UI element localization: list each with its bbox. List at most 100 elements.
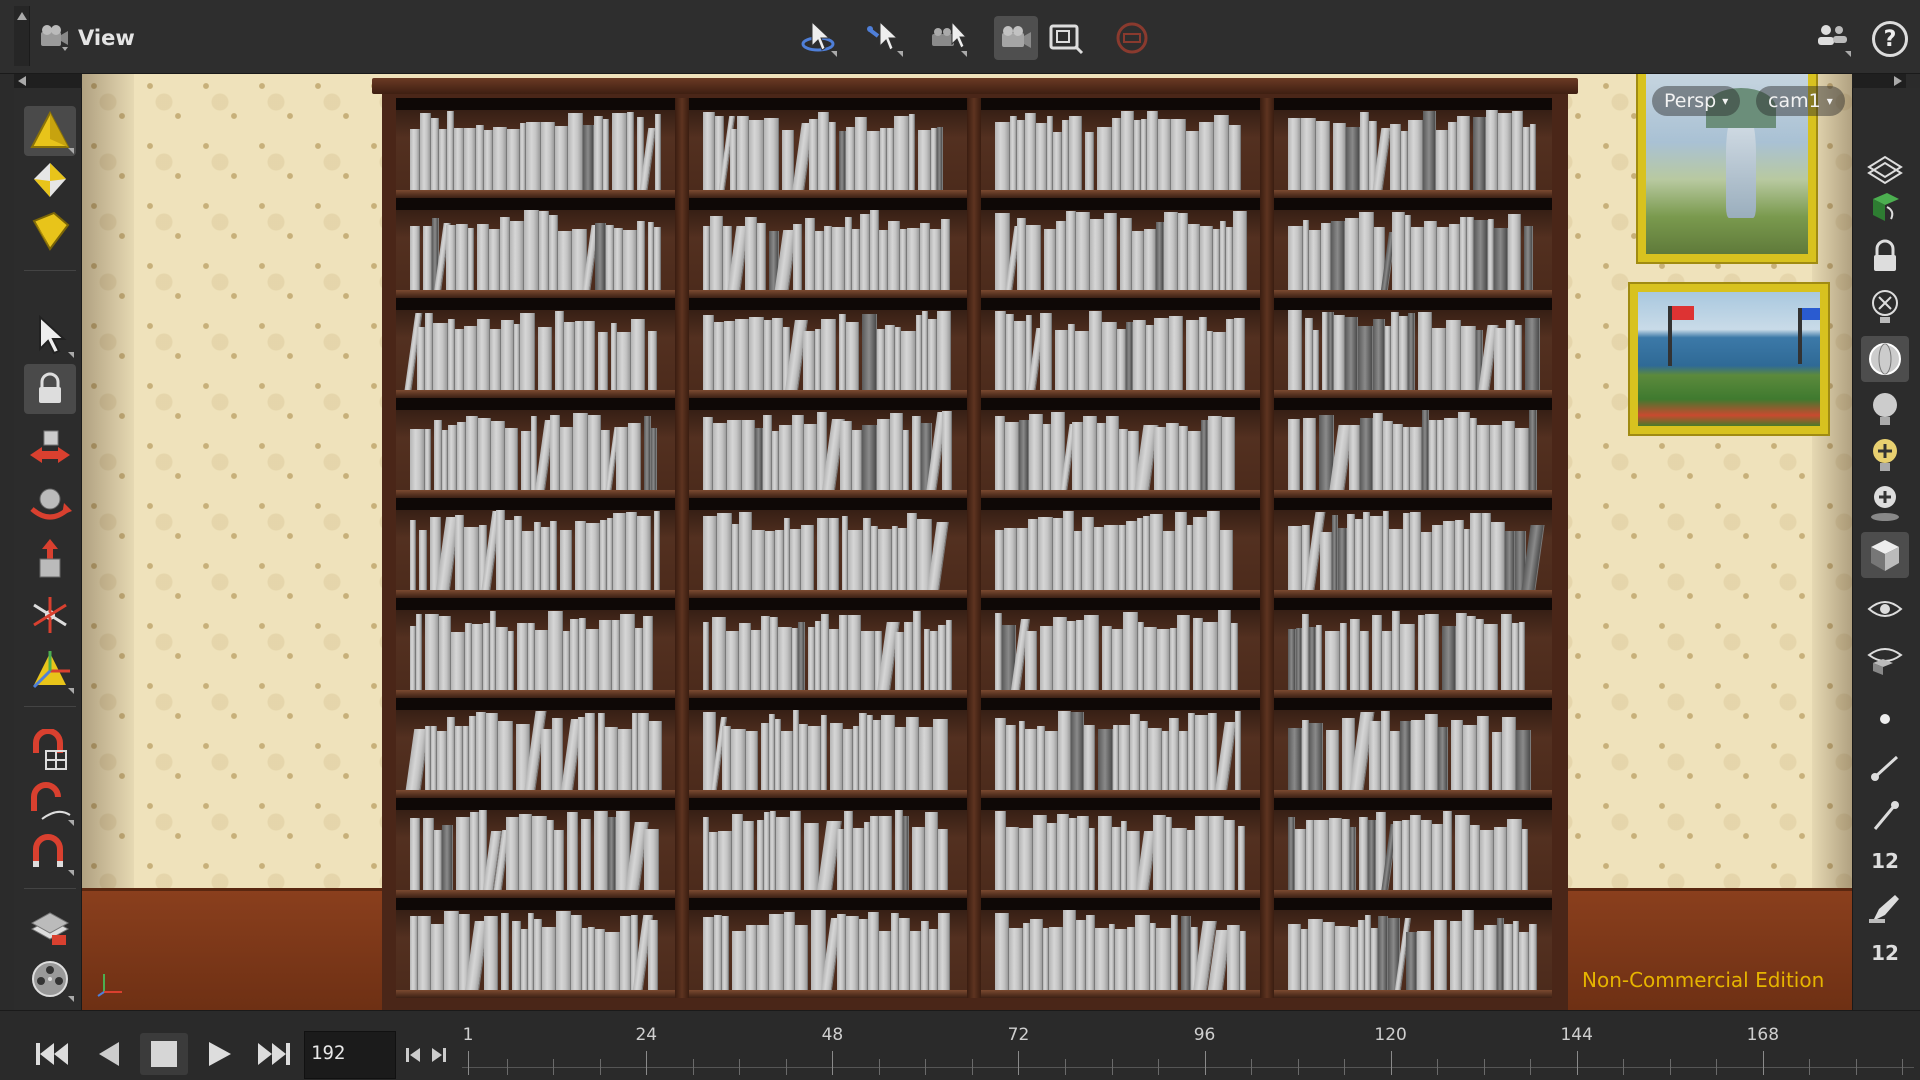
camera-menu[interactable]: cam1 ▾ bbox=[1756, 86, 1845, 116]
rotate-tool[interactable] bbox=[24, 478, 76, 528]
view-menu-button[interactable]: View bbox=[38, 22, 135, 54]
book bbox=[496, 627, 508, 690]
flipbook-tool[interactable] bbox=[24, 954, 76, 1004]
high-quality-lighting-button[interactable] bbox=[1861, 432, 1909, 478]
book bbox=[521, 929, 528, 990]
headlight-button[interactable] bbox=[1861, 336, 1909, 382]
book bbox=[1218, 610, 1231, 690]
stop-button[interactable] bbox=[140, 1033, 188, 1075]
scroll-up-arrow[interactable] bbox=[14, 6, 30, 66]
book bbox=[631, 319, 645, 390]
normals-display-button[interactable] bbox=[1861, 744, 1909, 790]
persp-menu[interactable]: Persp ▾ bbox=[1652, 86, 1741, 116]
scroll-left-icon[interactable] bbox=[18, 76, 26, 86]
shadows-lighting-button[interactable] bbox=[1861, 480, 1909, 526]
pane-layout-tool[interactable] bbox=[1810, 16, 1854, 60]
pose-tool[interactable] bbox=[24, 590, 76, 640]
play-reverse-button[interactable] bbox=[84, 1033, 132, 1075]
paint-display-button[interactable] bbox=[1861, 884, 1909, 930]
select-pose-tool[interactable] bbox=[862, 16, 906, 60]
headlight-off-button[interactable] bbox=[1861, 284, 1909, 330]
stop-render-tool[interactable] bbox=[1110, 16, 1154, 60]
step-back-icon[interactable] bbox=[404, 1045, 424, 1065]
book bbox=[1179, 731, 1188, 790]
stop-icon bbox=[151, 1041, 177, 1067]
book bbox=[651, 427, 657, 490]
visibility-options-button[interactable] bbox=[1861, 634, 1909, 680]
move-tool[interactable] bbox=[24, 422, 76, 472]
frame-tick bbox=[1576, 1051, 1578, 1075]
vertex-normals-button[interactable] bbox=[1861, 792, 1909, 838]
shading-mode-button[interactable] bbox=[1861, 532, 1909, 578]
camera-view-tool[interactable] bbox=[994, 16, 1038, 60]
book bbox=[869, 816, 879, 890]
point-selection-mode[interactable] bbox=[24, 156, 76, 206]
book bbox=[1047, 822, 1057, 890]
book bbox=[1076, 920, 1086, 990]
snap-grid-tool[interactable] bbox=[24, 726, 76, 776]
frame-tick bbox=[506, 1059, 508, 1075]
book bbox=[1460, 325, 1476, 390]
snap-curve-tool[interactable] bbox=[24, 778, 76, 828]
timeline-ruler[interactable]: 1 24 48 72 96 120 144 168 bbox=[462, 1019, 1914, 1079]
frame-tick bbox=[553, 1059, 555, 1075]
book bbox=[1443, 418, 1458, 490]
select-orbit-tool[interactable] bbox=[796, 16, 840, 60]
book bbox=[1368, 721, 1381, 790]
lock-camera-button[interactable] bbox=[1861, 234, 1909, 280]
current-frame-field[interactable]: 192 bbox=[304, 1031, 396, 1079]
zoom-fit-tool[interactable] bbox=[1044, 16, 1088, 60]
book bbox=[455, 328, 464, 390]
point-display-button[interactable] bbox=[1861, 696, 1909, 742]
snap-point-tool[interactable] bbox=[24, 828, 76, 878]
book bbox=[928, 929, 938, 990]
lock-selection-tool[interactable] bbox=[24, 364, 76, 414]
book bbox=[1154, 427, 1166, 490]
shelf bbox=[396, 98, 675, 198]
link-camera-button[interactable] bbox=[1861, 184, 1909, 230]
book bbox=[1399, 624, 1415, 690]
jump-to-start-button[interactable] bbox=[28, 1033, 76, 1075]
book bbox=[416, 614, 422, 690]
scale-tool[interactable] bbox=[24, 534, 76, 584]
normal-lighting-button[interactable] bbox=[1861, 386, 1909, 432]
book bbox=[1522, 127, 1530, 190]
book bbox=[1017, 120, 1025, 190]
help-button[interactable]: ? bbox=[1872, 21, 1908, 57]
scroll-right-icon[interactable] bbox=[1894, 76, 1902, 86]
play-button[interactable] bbox=[196, 1033, 244, 1075]
select-tool[interactable] bbox=[24, 310, 76, 360]
book bbox=[1493, 328, 1506, 390]
object-selection-mode[interactable] bbox=[24, 106, 76, 156]
lock-icon bbox=[1874, 239, 1896, 271]
shelf bbox=[981, 698, 1260, 798]
frame-tick bbox=[1111, 1059, 1113, 1075]
book bbox=[1199, 122, 1214, 190]
book bbox=[803, 424, 817, 490]
render-region-tool[interactable] bbox=[24, 902, 76, 952]
book bbox=[508, 630, 514, 690]
book bbox=[1491, 731, 1502, 790]
book bbox=[1195, 816, 1209, 890]
book bbox=[575, 520, 586, 590]
book bbox=[995, 718, 1006, 790]
show-guides-button[interactable] bbox=[1861, 586, 1909, 632]
book bbox=[608, 817, 616, 890]
step-forward-icon[interactable] bbox=[428, 1045, 448, 1065]
jump-to-end-button[interactable] bbox=[250, 1033, 298, 1075]
point-numbers-button[interactable]: 12 bbox=[1861, 838, 1909, 884]
book bbox=[778, 425, 792, 490]
3d-viewport[interactable]: Persp ▾ cam1 ▾ Non-Commercial Edition bbox=[82, 74, 1852, 1010]
book bbox=[894, 810, 903, 890]
camera-tool[interactable] bbox=[926, 16, 970, 60]
primitive-selection-mode[interactable] bbox=[24, 206, 76, 256]
book bbox=[702, 315, 714, 390]
handle-tool[interactable] bbox=[24, 646, 76, 696]
frame-tick bbox=[468, 1051, 469, 1075]
primitive-numbers-button[interactable]: 12 bbox=[1861, 930, 1909, 976]
skip-start-icon bbox=[36, 1043, 68, 1065]
book bbox=[1006, 827, 1019, 890]
book bbox=[1133, 320, 1146, 390]
book bbox=[1227, 924, 1240, 990]
book bbox=[1140, 720, 1148, 790]
